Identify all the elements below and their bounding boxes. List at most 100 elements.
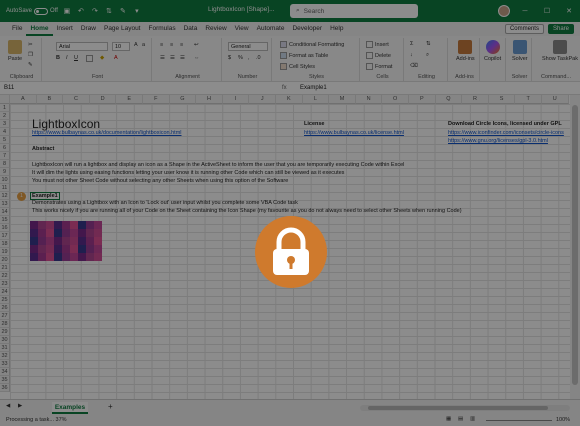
column-header[interactable]: C <box>63 95 90 104</box>
align-left-icon[interactable]: ☰ <box>160 55 165 61</box>
tab-review[interactable]: Review <box>201 22 230 36</box>
row-header[interactable]: 18 <box>0 240 10 248</box>
conditional-formatting-button[interactable]: Conditional Formatting <box>280 41 344 48</box>
tab-insert[interactable]: Insert <box>53 22 77 36</box>
tab-developer[interactable]: Developer <box>288 22 326 36</box>
add-sheet-button[interactable]: + <box>108 402 113 411</box>
row-header[interactable]: 29 <box>0 328 10 336</box>
select-all-corner[interactable] <box>0 95 10 104</box>
clear-icon[interactable]: ⌫ <box>410 63 418 69</box>
avatar[interactable] <box>498 5 510 17</box>
paste-button[interactable]: Paste <box>8 40 22 62</box>
row-header[interactable]: 22 <box>0 272 10 280</box>
formula-input[interactable]: Example1 <box>300 85 327 91</box>
column-header[interactable]: R <box>462 95 489 104</box>
fill-icon[interactable]: ↓ <box>410 52 413 58</box>
autosum-icon[interactable]: Σ <box>410 41 413 47</box>
row-header[interactable]: 28 <box>0 320 10 328</box>
row-header[interactable]: 11 <box>0 184 10 192</box>
tab-file[interactable]: File <box>8 22 26 36</box>
share-button[interactable]: Share <box>547 24 574 34</box>
fill-color-icon[interactable]: ◆ <box>100 55 104 61</box>
row-header[interactable]: 31 <box>0 344 10 352</box>
comments-button[interactable]: Comments <box>504 24 544 34</box>
cell-styles-button[interactable]: Cell Styles <box>280 63 315 70</box>
vertical-scrollbar[interactable] <box>570 95 580 399</box>
align-center-icon[interactable]: ☰ <box>170 55 175 61</box>
insert-cells-button[interactable]: Insert <box>366 41 389 48</box>
search-box[interactable]: ⌕ Search <box>290 4 418 18</box>
row-header[interactable]: 27 <box>0 312 10 320</box>
redo-icon[interactable]: ↷ <box>90 6 100 16</box>
wrap-text-icon[interactable]: ↩ <box>194 42 199 48</box>
row-header[interactable]: 7 <box>0 152 10 160</box>
shrink-font-icon[interactable]: a <box>142 42 145 48</box>
vertical-scroll-thumb[interactable] <box>572 105 578 385</box>
row-header[interactable]: 2 <box>0 112 10 120</box>
undo-icon[interactable]: ↶ <box>76 6 86 16</box>
prev-sheet-icon[interactable]: ◀ <box>6 403 10 409</box>
font-color-icon[interactable]: A <box>114 55 118 61</box>
row-header[interactable]: 6 <box>0 144 10 152</box>
column-header[interactable]: B <box>36 95 64 104</box>
number-format-select[interactable]: General <box>228 42 268 51</box>
documentation-link[interactable]: https://www.bulbaynas.co.uk/documentatio… <box>32 130 182 136</box>
column-header[interactable]: N <box>355 95 383 104</box>
addins-button[interactable]: Add-ins <box>456 40 475 62</box>
row-header[interactable]: 20 <box>0 256 10 264</box>
row-header[interactable]: 25 <box>0 296 10 304</box>
format-painter-button-icon[interactable]: ✎ <box>28 62 33 68</box>
show-taskpak-button[interactable]: Show TaskPak <box>542 40 578 62</box>
close-icon[interactable]: ✕ <box>558 0 580 22</box>
column-header[interactable]: O <box>382 95 409 104</box>
comma-icon[interactable]: , <box>248 55 250 61</box>
fx-icon[interactable]: fx <box>282 85 287 91</box>
row-header[interactable]: 34 <box>0 368 10 376</box>
row-header[interactable]: 12 <box>0 192 10 200</box>
sort-filter-icon[interactable]: ⇅ <box>426 41 431 47</box>
format-cells-button[interactable]: Format <box>366 63 392 70</box>
row-header[interactable]: 24 <box>0 288 10 296</box>
autosave-toggle[interactable]: AutoSave Off <box>6 7 58 15</box>
row-header[interactable]: 1 <box>0 104 10 112</box>
normal-view-icon[interactable]: ▦ <box>446 416 451 422</box>
customize-qat-icon[interactable]: ▾ <box>132 6 142 16</box>
column-header[interactable]: A <box>10 95 37 104</box>
example-label[interactable]: Example1 <box>30 192 60 200</box>
row-header[interactable]: 21 <box>0 264 10 272</box>
column-header[interactable]: I <box>222 95 250 104</box>
tab-view[interactable]: View <box>231 22 253 36</box>
tab-automate[interactable]: Automate <box>253 22 289 36</box>
column-header[interactable]: H <box>196 95 223 104</box>
row-header[interactable]: 32 <box>0 352 10 360</box>
format-painter-icon[interactable]: ✎ <box>118 6 128 16</box>
column-header[interactable]: U <box>542 95 569 104</box>
row-header[interactable]: 15 <box>0 216 10 224</box>
font-name-select[interactable]: Arial <box>56 42 108 51</box>
next-sheet-icon[interactable]: ▶ <box>18 403 22 409</box>
merge-center-icon[interactable]: ⇔ <box>194 55 200 61</box>
delete-cells-button[interactable]: Delete <box>366 52 391 59</box>
horizontal-scrollbar[interactable] <box>360 405 570 411</box>
format-as-table-button[interactable]: Format as Table <box>280 52 328 59</box>
column-header[interactable]: Q <box>435 95 463 104</box>
cut-icon[interactable]: ✂ <box>28 42 33 48</box>
bold-icon[interactable]: B <box>56 55 60 61</box>
column-header[interactable]: G <box>169 95 197 104</box>
decimal-icon[interactable]: .0 <box>256 55 261 61</box>
tab-draw[interactable]: Draw <box>77 22 100 36</box>
minimize-icon[interactable]: ─ <box>514 0 536 22</box>
solver-button[interactable]: Solver <box>512 40 528 62</box>
align-top-icon[interactable]: ≡ <box>160 42 163 48</box>
maximize-icon[interactable]: ☐ <box>536 0 558 22</box>
row-header[interactable]: 19 <box>0 248 10 256</box>
copy-icon[interactable]: ❐ <box>28 52 33 58</box>
zoom-level[interactable]: 100% <box>556 417 570 423</box>
horizontal-scroll-thumb[interactable] <box>368 406 548 410</box>
tab-data[interactable]: Data <box>180 22 202 36</box>
row-header[interactable]: 16 <box>0 224 10 232</box>
find-select-icon[interactable]: ⌕ <box>426 52 429 59</box>
row-header[interactable]: 23 <box>0 280 10 288</box>
grow-font-icon[interactable]: A <box>134 42 138 48</box>
license-link[interactable]: https://www.bulbaynas.co.uk/license.html <box>304 130 404 136</box>
